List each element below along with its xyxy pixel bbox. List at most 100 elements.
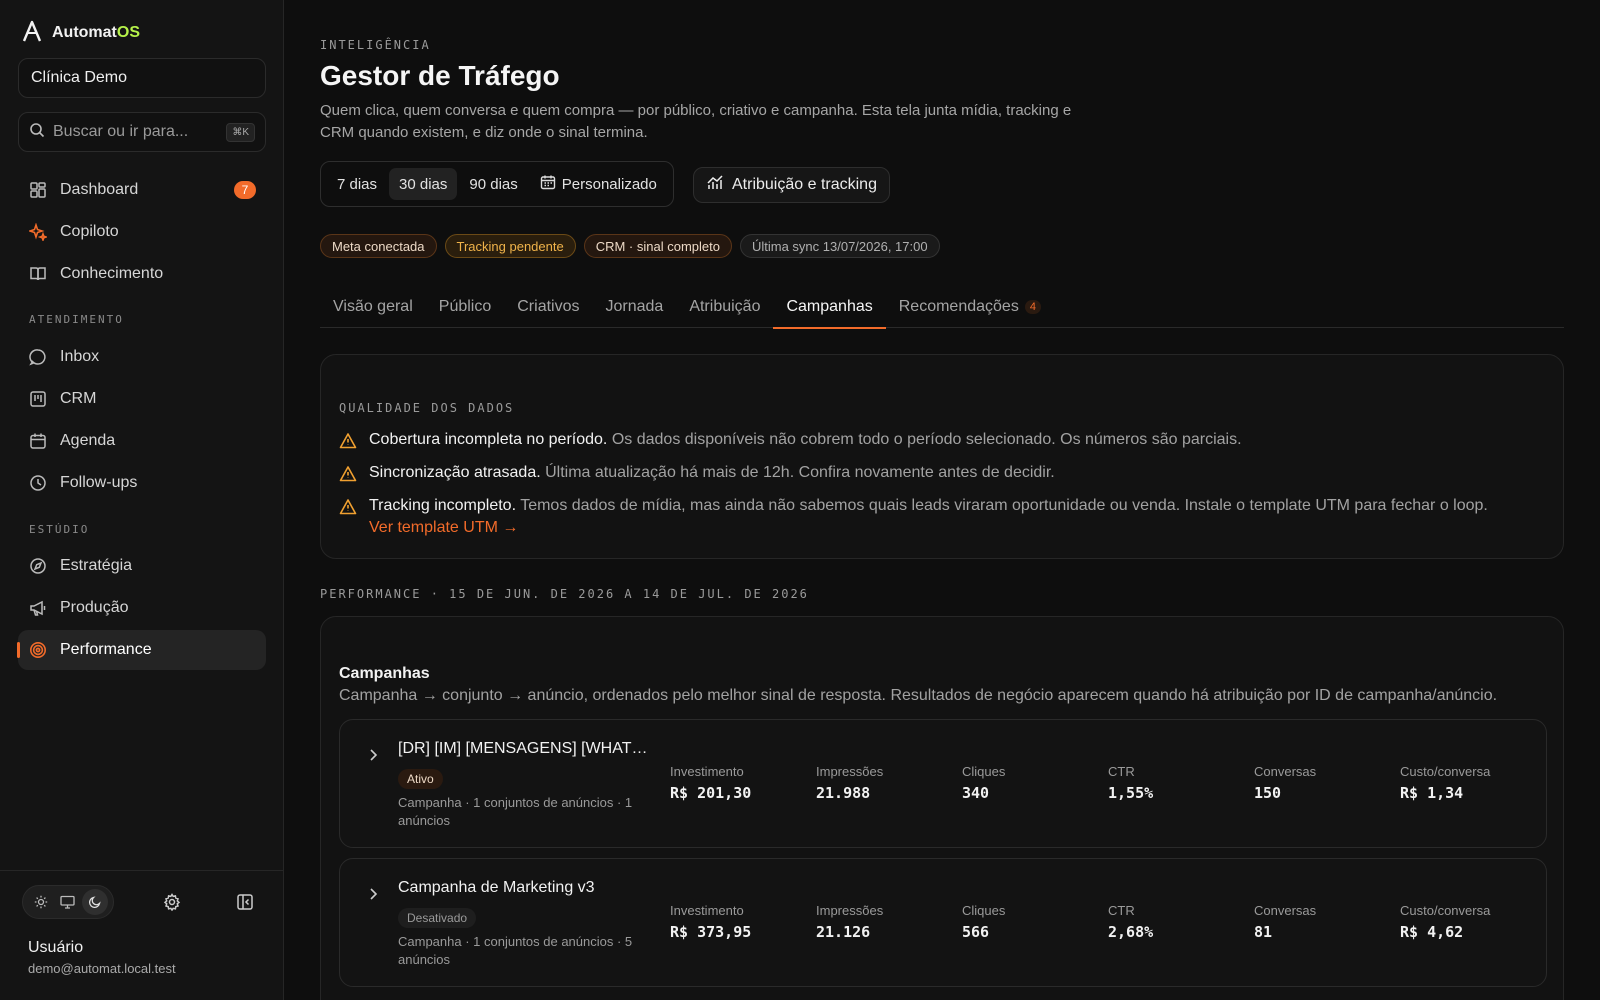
dashboard-icon — [28, 180, 48, 200]
workspace-name: Clínica Demo — [31, 69, 128, 86]
book-icon — [28, 264, 48, 284]
sidebar-item-crm[interactable]: CRM — [18, 379, 266, 419]
monitor-icon[interactable] — [55, 889, 81, 915]
brand-name: AutomatOS — [52, 24, 141, 41]
tab-atribuicao[interactable]: Atribuição — [676, 292, 773, 328]
tab-campanhas[interactable]: Campanhas — [773, 292, 887, 329]
campaigns-subtitle: Campanha → conjunto → anúncio, ordenados… — [339, 687, 1498, 704]
metric-custo-conversa: Custo/conversa R$ 4,62 — [1400, 903, 1491, 941]
metric-investimento: Investimento R$ 373,95 — [670, 903, 752, 941]
user-email: demo@automat.local.test — [28, 961, 176, 976]
sidebar-item-label: Conhecimento — [60, 265, 164, 282]
sidebar-item-estrategia[interactable]: Estratégia — [18, 546, 266, 586]
sidebar-item-agenda[interactable]: Agenda — [18, 421, 266, 461]
campaign-meta: Campanha · 1 conjuntos de anúncios · 1 a… — [398, 795, 633, 828]
metric-ctr: CTR 1,55% — [1108, 764, 1154, 802]
tab-publico[interactable]: Público — [426, 292, 504, 328]
sidebar: AutomatOS Clínica Demo Buscar ou ir para… — [0, 0, 284, 1000]
calendar-icon — [540, 174, 556, 194]
sidebar-item-label: Estratégia — [60, 557, 133, 574]
sidebar-item-conhecimento[interactable]: Conhecimento — [18, 254, 266, 294]
moon-icon[interactable] — [82, 889, 109, 915]
metric-conversas: Conversas 81 — [1254, 903, 1317, 941]
warning-icon — [339, 465, 357, 483]
collapse-sidebar-icon[interactable] — [231, 888, 259, 916]
user-name[interactable]: Usuário — [28, 939, 83, 957]
metric-impressoes: Impressões 21.988 — [816, 764, 884, 802]
clock-icon — [28, 473, 48, 493]
quality-title: Cobertura incompleta no período. — [369, 431, 608, 448]
sidebar-item-producao[interactable]: Produção — [18, 588, 266, 628]
brand[interactable]: AutomatOS — [22, 20, 140, 46]
quality-warning: Cobertura incompleta no período. Os dado… — [339, 431, 1242, 450]
sidebar-item-label: Produção — [60, 599, 129, 616]
sidebar-item-followups[interactable]: Follow-ups — [18, 463, 266, 503]
campaign-name: Campanha de Marketing v3 — [398, 879, 595, 896]
sun-icon[interactable] — [28, 889, 54, 915]
kanban-icon — [28, 389, 48, 409]
quality-desc: Última atualização há mais de 12h. Confi… — [545, 464, 1055, 481]
compass-icon — [28, 556, 48, 576]
chart-trend-icon — [706, 174, 724, 197]
quality-desc: Os dados disponíveis não cobrem todo o p… — [611, 431, 1242, 448]
metric-ctr: CTR 2,68% — [1108, 903, 1154, 941]
sidebar-item-label: Copiloto — [60, 223, 119, 240]
tab-count-badge: 4 — [1024, 300, 1041, 314]
search-shortcut: ⌘K — [226, 122, 255, 142]
search-input[interactable]: Buscar ou ir para... ⌘K — [18, 112, 266, 152]
quality-warning: Tracking incompleto. Temos dados de mídi… — [339, 497, 1488, 537]
attribution-tracking-label: Atribuição e tracking — [732, 176, 877, 193]
sidebar-item-label: Performance — [60, 641, 152, 658]
gear-icon[interactable] — [158, 888, 186, 916]
status-pills: Meta conectada Tracking pendente CRM · s… — [320, 234, 940, 258]
range-custom[interactable]: Personalizado — [530, 168, 667, 200]
utm-template-link[interactable]: Ver template UTM → — [369, 519, 518, 537]
page-subtitle: Quem clica, quem conversa e quem compra … — [320, 102, 1072, 141]
sidebar-item-copiloto[interactable]: Copiloto — [18, 212, 266, 252]
section-label-estudio: ESTÚDIO — [29, 523, 90, 536]
range-30-dias[interactable]: 30 dias — [389, 168, 458, 200]
sidebar-item-inbox[interactable]: Inbox — [18, 337, 266, 377]
metric-impressoes: Impressões 21.126 — [816, 903, 884, 941]
chevron-right-icon[interactable] — [364, 746, 382, 764]
data-quality-card: QUALIDADE DOS DADOS Cobertura incompleta… — [320, 354, 1564, 559]
sidebar-item-dashboard[interactable]: Dashboard 7 — [18, 170, 266, 210]
range-7-dias[interactable]: 7 dias — [327, 168, 387, 200]
metric-custo-conversa: Custo/conversa R$ 1,34 — [1400, 764, 1491, 802]
quality-desc: Temos dados de mídia, mas ainda não sabe… — [520, 497, 1488, 514]
sidebar-item-label: Agenda — [60, 432, 116, 449]
campaign-name: [DR] [IM] [MENSAGENS] [WHATSAPP] — [398, 740, 648, 757]
tab-visao-geral[interactable]: Visão geral — [320, 292, 426, 328]
range-custom-label: Personalizado — [561, 175, 657, 193]
range-90-dias[interactable]: 90 dias — [459, 168, 527, 200]
warning-icon — [339, 432, 357, 450]
quality-title: Sincronização atrasada. — [369, 464, 541, 481]
sidebar-item-label: Follow-ups — [60, 474, 138, 491]
megaphone-icon — [28, 598, 48, 618]
campaign-row[interactable]: Campanha de Marketing v3 Desativado Camp… — [339, 858, 1547, 987]
metric-investimento: Investimento R$ 201,30 — [670, 764, 752, 802]
campaigns-card: Campanhas Campanha → conjunto → anúncio,… — [320, 616, 1564, 1000]
campaigns-title: Campanhas — [339, 665, 430, 682]
sidebar-item-performance[interactable]: Performance — [17, 630, 266, 670]
target-icon — [28, 640, 48, 660]
campaign-status-badge: Desativado — [398, 908, 477, 928]
metric-cliques: Cliques 340 — [962, 764, 1006, 802]
workspace-selector[interactable]: Clínica Demo — [18, 58, 266, 98]
warning-icon — [339, 498, 357, 516]
chevron-right-icon[interactable] — [364, 885, 382, 903]
meta-status-badge: Meta conectada — [320, 234, 437, 258]
chat-bubble-icon — [28, 347, 48, 367]
performance-period-label: PERFORMANCE · 15 DE JUN. DE 2026 A 14 DE… — [320, 587, 809, 601]
tab-criativos[interactable]: Criativos — [504, 292, 592, 328]
page-title: Gestor de Tráfego — [320, 60, 560, 91]
attribution-tracking-button[interactable]: Atribuição e tracking — [693, 167, 890, 203]
tab-label: Recomendações — [898, 298, 1019, 315]
tab-jornada[interactable]: Jornada — [592, 292, 676, 328]
tab-bar: Visão geral Público Criativos Jornada At… — [320, 292, 1564, 329]
sidebar-footer: Usuário demo@automat.local.test — [0, 870, 284, 1000]
campaign-row[interactable]: [DR] [IM] [MENSAGENS] [WHATSAPP] Ativo C… — [339, 719, 1547, 848]
tab-recomendacoes[interactable]: Recomendações 4 — [886, 292, 1054, 328]
main-content: INTELIGÊNCIA Gestor de Tráfego Quem clic… — [284, 0, 1600, 1000]
tracking-status-badge: Tracking pendente — [444, 234, 576, 258]
